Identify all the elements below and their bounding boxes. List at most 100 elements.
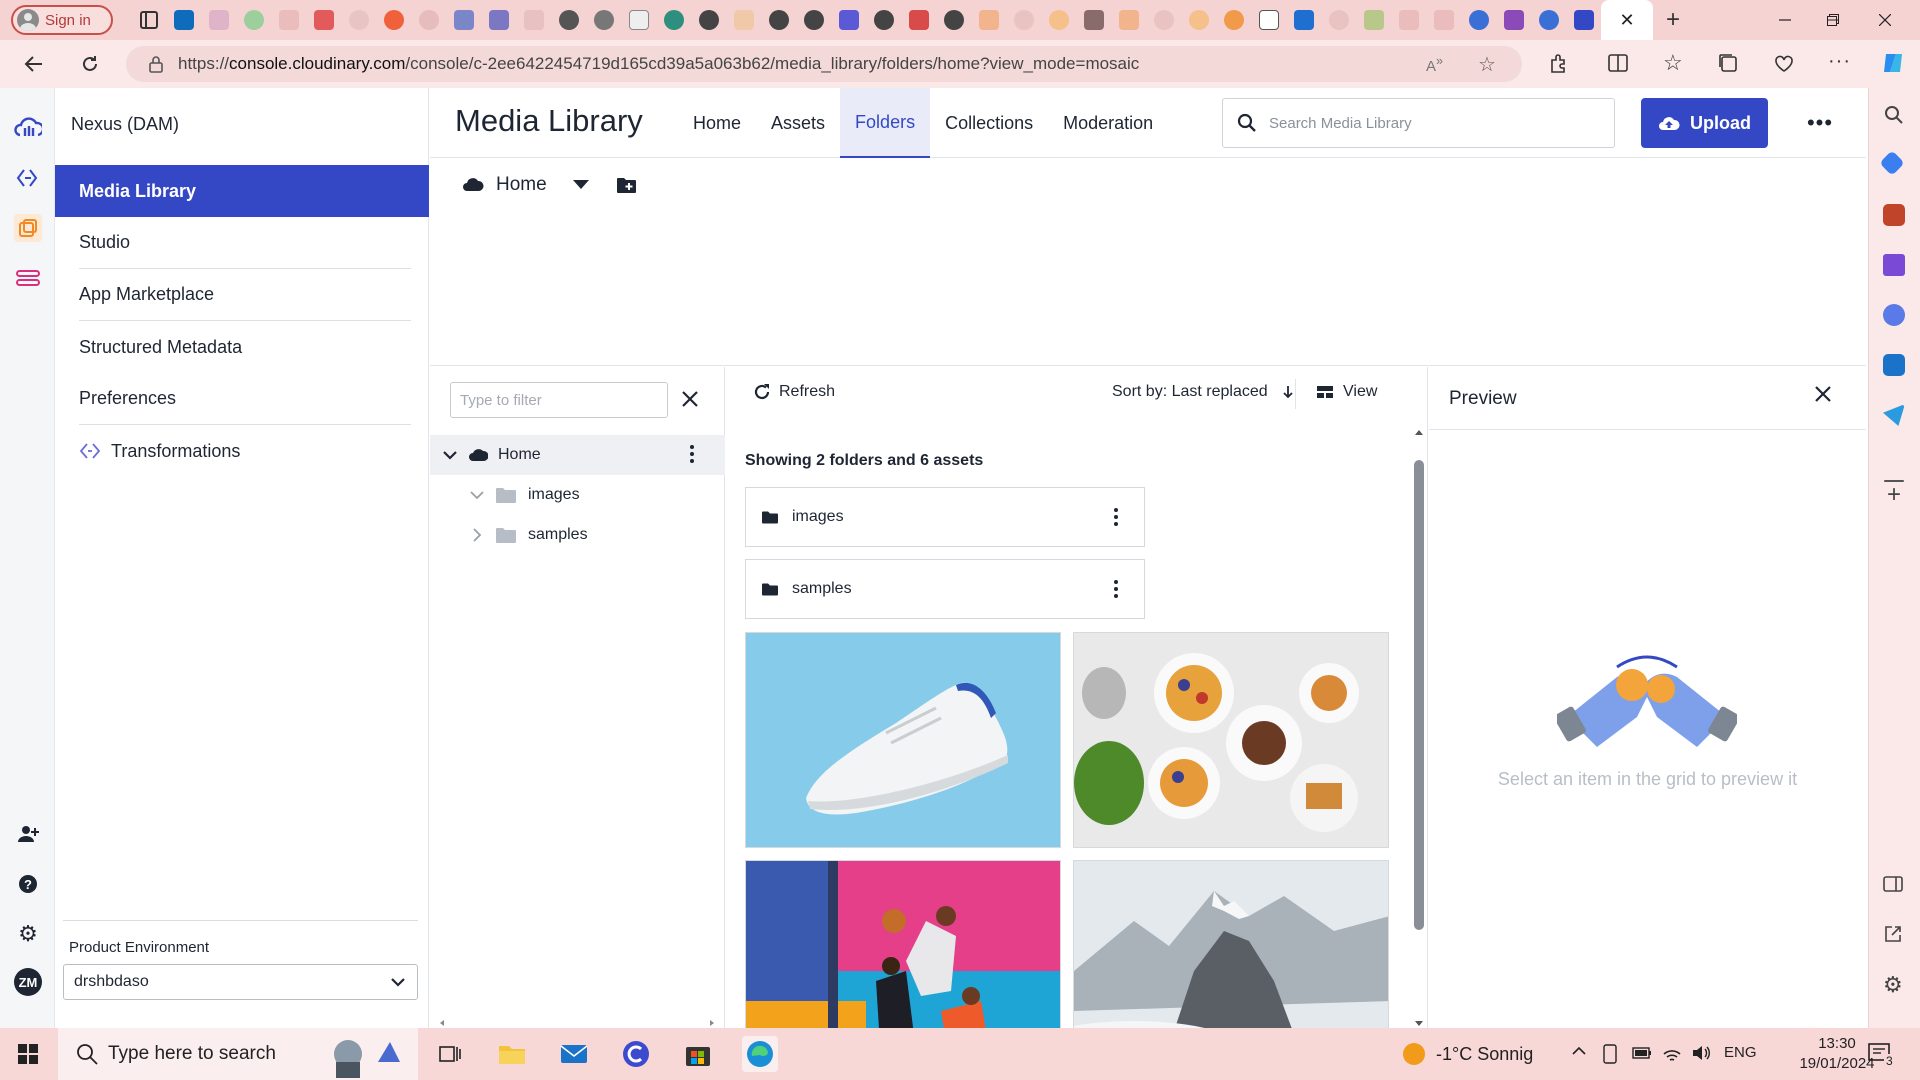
microsoft-store-icon[interactable] <box>680 1036 716 1072</box>
caret-down-icon[interactable] <box>572 180 589 190</box>
tab-generic[interactable] <box>1216 0 1251 40</box>
edge-browser-icon[interactable] <box>742 1036 778 1072</box>
windows-start-icon[interactable] <box>18 1044 38 1064</box>
tab-search[interactable] <box>1006 0 1041 40</box>
asset-thumbnail-mountain[interactable] <box>1073 860 1389 1028</box>
horizontal-scrollbar[interactable] <box>430 1018 725 1028</box>
tab-collections[interactable]: Collections <box>930 88 1048 158</box>
tab-home[interactable]: Home <box>678 88 756 158</box>
help-icon[interactable]: ? <box>14 870 42 898</box>
gear-icon[interactable]: ⚙ <box>14 920 42 948</box>
task-view-icon[interactable] <box>432 1036 468 1072</box>
tree-item-images[interactable]: images <box>430 475 725 515</box>
favorites-icon[interactable]: ☆ <box>1663 50 1683 76</box>
tab-cloudinary[interactable] <box>481 0 516 40</box>
nav-item-app-marketplace[interactable]: App Marketplace <box>79 269 411 321</box>
tab-github[interactable] <box>761 0 796 40</box>
collections-icon[interactable] <box>1718 53 1738 73</box>
games-icon[interactable] <box>1883 254 1905 276</box>
asset-thumbnail-shoe[interactable] <box>745 632 1061 848</box>
taskbar-search-input[interactable]: Type here to search <box>58 1028 418 1080</box>
tab-generic[interactable] <box>271 0 306 40</box>
tab-active-media-library[interactable]: ✕ <box>1601 0 1653 40</box>
video-icon[interactable] <box>14 264 42 292</box>
cloudinary-logo-icon[interactable] <box>14 112 42 140</box>
extensions-icon[interactable] <box>1548 52 1570 74</box>
weather-widget[interactable]: -1°C Sonnig <box>1402 1028 1533 1080</box>
browser-essentials-icon[interactable] <box>1773 52 1795 74</box>
settings-more-icon[interactable]: ··· <box>1828 50 1851 73</box>
scrollbar-thumb[interactable] <box>1414 460 1424 930</box>
shopping-icon[interactable] <box>1879 150 1905 176</box>
tab-docs[interactable] <box>446 0 481 40</box>
view-button[interactable]: View <box>1317 383 1377 401</box>
mail-icon[interactable] <box>556 1036 592 1072</box>
upload-button[interactable]: Upload <box>1641 98 1768 148</box>
language-indicator[interactable]: ENG <box>1724 1044 1757 1061</box>
outlook-icon[interactable] <box>1883 354 1905 376</box>
kebab-menu-icon[interactable] <box>690 445 694 463</box>
product-environment-select[interactable]: drshbdaso <box>63 964 418 1000</box>
tab-github[interactable] <box>411 0 446 40</box>
file-explorer-icon[interactable] <box>494 1036 530 1072</box>
tab-heart[interactable] <box>831 0 866 40</box>
nav-item-structured-metadata[interactable]: Structured Metadata <box>79 321 411 373</box>
volume-icon[interactable] <box>1692 1044 1712 1062</box>
tab-generic[interactable] <box>971 0 1006 40</box>
copilot-icon[interactable] <box>1880 50 1906 76</box>
more-options-icon[interactable]: ••• <box>1800 98 1840 148</box>
asset-thumbnail-breakfast[interactable] <box>1073 632 1389 848</box>
split-screen-icon[interactable] <box>1608 53 1628 73</box>
tab-github[interactable] <box>586 0 621 40</box>
tab-file[interactable] <box>621 0 656 40</box>
gear-icon[interactable]: ⚙ <box>1883 974 1905 996</box>
close-icon[interactable] <box>675 384 705 414</box>
microsoft365-icon[interactable] <box>1883 304 1905 326</box>
breadcrumb-home[interactable]: Home <box>462 174 589 196</box>
tree-item-home[interactable]: Home <box>430 435 725 475</box>
add-icon[interactable]: + <box>1883 483 1905 507</box>
tab-youtube[interactable] <box>901 0 936 40</box>
tab-search[interactable] <box>1321 0 1356 40</box>
refresh-button[interactable]: Refresh <box>753 383 835 401</box>
tab-github[interactable] <box>866 0 901 40</box>
tab-pixlr[interactable] <box>1356 0 1391 40</box>
restore-icon[interactable] <box>1803 0 1863 40</box>
tab-generic[interactable] <box>1426 0 1461 40</box>
tab-moderation[interactable]: Moderation <box>1048 88 1168 158</box>
new-tab-button[interactable]: + <box>1653 0 1693 40</box>
signin-button[interactable]: Sign in <box>11 5 113 35</box>
nav-item-preferences[interactable]: Preferences <box>79 373 411 425</box>
assets-icon[interactable] <box>14 214 42 242</box>
tab-chatgpt[interactable] <box>656 0 691 40</box>
sort-dropdown[interactable]: Sort by: Last replaced <box>1112 383 1294 401</box>
asset-thumbnail-basketball[interactable] <box>745 860 1061 1028</box>
programmable-media-icon[interactable] <box>14 164 42 192</box>
read-aloud-icon[interactable]: A» <box>1426 54 1443 75</box>
search-input[interactable]: Search Media Library <box>1222 98 1615 148</box>
tab-fiverr[interactable] <box>236 0 271 40</box>
tab-pinterest[interactable] <box>306 0 341 40</box>
url-field[interactable]: https://console.cloudinary.com/console/c… <box>126 46 1522 82</box>
tab-generic[interactable] <box>726 0 761 40</box>
chevron-up-icon[interactable] <box>1572 1046 1586 1056</box>
tab-github[interactable] <box>691 0 726 40</box>
kebab-menu-icon[interactable] <box>1114 580 1118 598</box>
filter-input[interactable]: Type to filter <box>450 382 668 418</box>
tab-actions-icon[interactable] <box>131 0 166 40</box>
tab-search[interactable] <box>1146 0 1181 40</box>
search-icon[interactable] <box>1883 104 1905 126</box>
folder-card-samples[interactable]: samples <box>745 559 1145 619</box>
tab-github[interactable] <box>796 0 831 40</box>
tab-github[interactable] <box>936 0 971 40</box>
wifi-icon[interactable] <box>1662 1044 1682 1062</box>
tab-generic[interactable] <box>341 0 376 40</box>
tab-generic[interactable] <box>516 0 551 40</box>
open-external-icon[interactable] <box>1883 924 1905 946</box>
chevron-down-icon[interactable] <box>443 450 457 460</box>
tab-trello[interactable] <box>1286 0 1321 40</box>
chevron-down-icon[interactable] <box>470 490 484 500</box>
close-window-icon[interactable] <box>1855 0 1915 40</box>
tab-generic[interactable] <box>1041 0 1076 40</box>
nav-item-transformations[interactable]: Transformations <box>79 425 411 477</box>
